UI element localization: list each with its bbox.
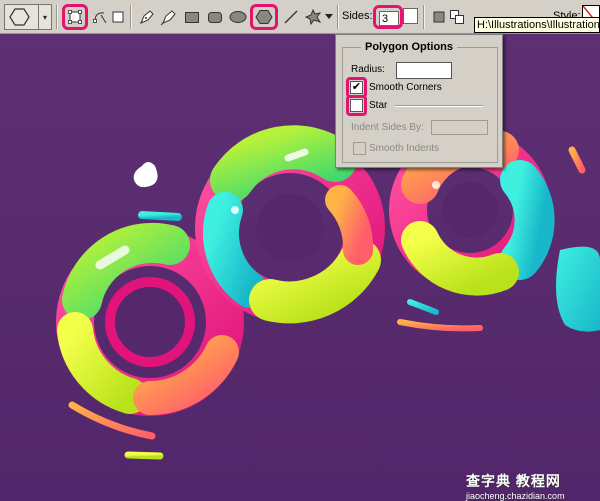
smooth-indents-checkbox[interactable] xyxy=(353,142,366,155)
fill-pixels-icon xyxy=(112,11,124,23)
rounded-rectangle-tool-button[interactable] xyxy=(204,6,226,28)
sides-stepper[interactable] xyxy=(403,8,418,24)
polygon-icon xyxy=(255,10,273,24)
divider xyxy=(395,105,483,107)
polygon-tool-button[interactable] xyxy=(250,4,278,30)
white-blob-shape xyxy=(133,162,158,188)
smooth-corners-checkbox[interactable]: ✔ xyxy=(350,81,363,94)
ellipse-icon xyxy=(229,11,247,23)
separator xyxy=(423,5,425,29)
pen-tool-button[interactable] xyxy=(136,6,158,28)
watermark-title: 查字典 教程网 xyxy=(466,473,561,489)
paths-icon xyxy=(93,12,107,24)
panel-title: Polygon Options xyxy=(361,41,457,53)
separator xyxy=(337,5,339,29)
indent-sides-input[interactable] xyxy=(431,120,488,135)
smooth-corners-label: Smooth Corners xyxy=(369,82,442,93)
smooth-indents-label: Smooth Indents xyxy=(369,143,440,154)
ellipse-tool-button[interactable] xyxy=(227,6,249,28)
ring-middle xyxy=(195,125,385,324)
custom-shape-icon xyxy=(304,8,322,26)
star-label: Star xyxy=(369,100,388,111)
chevron-down-icon xyxy=(325,14,333,19)
shape-layers-icon xyxy=(68,10,82,24)
line-tool-button[interactable] xyxy=(280,6,302,28)
edge-shape xyxy=(556,246,600,332)
new-shape-icon xyxy=(433,11,445,23)
rounded-rectangle-icon xyxy=(208,12,222,23)
radius-label: Radius: xyxy=(351,64,385,75)
polygon-preset-icon xyxy=(9,8,30,26)
custom-shape-tool-button[interactable] xyxy=(302,6,324,28)
ring-left xyxy=(56,222,244,416)
pen-icon xyxy=(140,10,154,24)
separator xyxy=(56,5,58,29)
tooltip: H:\Illustrations\Illustration xyxy=(474,17,600,33)
add-shape-icon xyxy=(450,10,464,24)
polygon-options-group: Polygon Options Radius: ✔ Smooth Corners… xyxy=(342,41,498,163)
rectangle-icon xyxy=(185,12,199,23)
fill-pixels-button[interactable] xyxy=(107,6,129,28)
polygon-options-panel: Polygon Options Radius: ✔ Smooth Corners… xyxy=(335,34,503,168)
rectangle-tool-button[interactable] xyxy=(181,6,203,28)
line-icon xyxy=(284,10,298,24)
shape-layers-button[interactable] xyxy=(62,4,88,30)
radius-input[interactable] xyxy=(396,62,452,79)
separator xyxy=(130,5,132,29)
sides-label: Sides: xyxy=(342,10,373,22)
chevron-down-icon[interactable]: ▾ xyxy=(38,5,51,29)
watermark: 查字典 教程网 jiaocheng.chazidian.com xyxy=(466,471,596,501)
freeform-pen-icon xyxy=(160,10,176,26)
tool-preset-picker[interactable]: ▾ xyxy=(4,4,52,30)
star-checkbox[interactable] xyxy=(350,99,363,112)
geometry-options-dropdown[interactable] xyxy=(322,6,336,28)
add-to-shape-area-button[interactable] xyxy=(446,6,468,28)
dash-shape xyxy=(138,211,182,221)
indent-sides-label: Indent Sides By: xyxy=(351,122,424,133)
document-canvas[interactable] xyxy=(0,34,600,501)
watermark-url: jiaocheng.chazidian.com xyxy=(466,491,565,501)
options-bar: ▾ Sides: 3 Style: H:\Illustrations\Illus… xyxy=(0,0,600,34)
sides-input[interactable] xyxy=(379,11,399,26)
artwork xyxy=(56,125,600,460)
sides-field-highlight xyxy=(373,5,403,29)
freeform-pen-button[interactable] xyxy=(158,6,180,28)
